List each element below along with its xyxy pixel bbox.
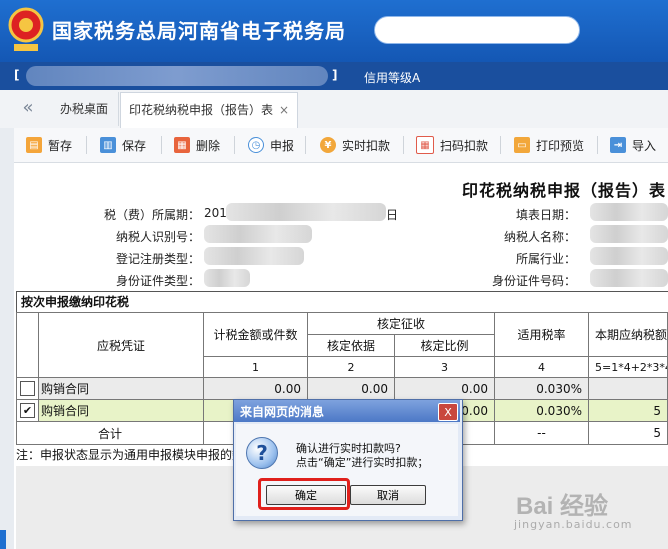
- import-button[interactable]: ⇥ 导入: [610, 134, 656, 156]
- document-icon: ▥: [100, 137, 116, 153]
- clock-icon: ◷: [248, 137, 264, 153]
- taxpayer-id-redacted: [204, 225, 312, 243]
- table-header-payable: 本期应纳税额: [588, 312, 668, 357]
- id-type-label: 身份证件类型：: [115, 274, 200, 288]
- index-cell-1: 1: [203, 356, 308, 378]
- site-title: 国家税务总局河南省电子税务局: [52, 19, 346, 43]
- dialog-close-button[interactable]: X: [438, 403, 458, 421]
- save-draft-icon: ▤: [26, 137, 42, 153]
- save-button[interactable]: ▥ 保存: [100, 134, 146, 156]
- row-amount[interactable]: 0.00: [203, 377, 308, 400]
- table-header-amount: 计税金额或件数: [203, 312, 308, 357]
- user-bracket-right: ]: [332, 68, 338, 82]
- declare-button[interactable]: ◷ 申报: [248, 134, 294, 156]
- tab-label: 印花税纳税申报（报告）表: [129, 103, 274, 117]
- qr-icon: ▦: [416, 136, 434, 154]
- row-checkbox-checked[interactable]: ✔: [20, 403, 35, 418]
- total-label: 合计: [16, 421, 204, 445]
- trash-icon: ▦: [174, 137, 190, 153]
- row-rate: 0.030%: [494, 377, 589, 400]
- ok-button[interactable]: 确定: [266, 485, 346, 505]
- index-cell-2: 2: [307, 356, 395, 378]
- reg-type-redacted: [204, 247, 304, 265]
- index-cell-3: 3: [394, 356, 495, 378]
- row-payable: 5: [588, 399, 668, 422]
- row-voucher-name: 购销合同: [38, 399, 204, 422]
- tab-scroll-back-button[interactable]: «: [16, 99, 40, 118]
- taxpayer-id-label: 纳税人识别号：: [115, 230, 200, 244]
- tab-close-icon[interactable]: ×: [279, 103, 289, 117]
- row-ratio[interactable]: 0.00: [394, 377, 495, 400]
- total-payable: 5: [588, 421, 668, 445]
- toolbar-divider: [403, 136, 404, 154]
- industry-redacted: [590, 247, 668, 265]
- table-row-checkbox-cell: [16, 377, 39, 400]
- toolbar-divider: [161, 136, 162, 154]
- left-scroll-indicator: [0, 530, 6, 549]
- period-suffix: 日: [386, 208, 399, 222]
- toolbar-divider: [500, 136, 501, 154]
- id-number-redacted: [590, 269, 668, 287]
- import-icon: ⇥: [610, 137, 626, 153]
- baidu-watermark-url: jingyan.baidu.com: [514, 518, 633, 531]
- form-title: 印花税纳税申报（报告）表: [462, 181, 667, 200]
- scan-deduction-button[interactable]: ▦ 扫码扣款: [416, 134, 488, 156]
- industry-label: 所属行业：: [515, 252, 576, 266]
- reg-type-label: 登记注册类型：: [115, 252, 200, 266]
- user-info-redacted: [26, 66, 328, 86]
- print-preview-button[interactable]: ▭ 打印预览: [514, 134, 584, 156]
- table-header-rate: 适用税率: [494, 312, 589, 357]
- toolbar-divider: [234, 136, 235, 154]
- table-header-basis: 核定依据: [307, 334, 395, 357]
- baidu-watermark: Bai 经验: [516, 493, 609, 520]
- delete-button[interactable]: ▦ 删除: [174, 134, 220, 156]
- section-title: 按次申报缴纳印花税: [16, 291, 668, 312]
- total-rate: --: [494, 421, 589, 445]
- table-header-ratio: 核定比例: [394, 334, 495, 357]
- table-header-check: [16, 312, 39, 378]
- toolbar-divider: [597, 136, 598, 154]
- period-label: 税（费）所属期：: [103, 208, 200, 222]
- fill-date-label: 填表日期：: [515, 208, 576, 222]
- taxpayer-name-label: 纳税人名称：: [503, 230, 576, 244]
- taxpayer-name-redacted: [590, 225, 668, 243]
- printer-icon: ▭: [514, 137, 530, 153]
- row-rate: 0.030%: [494, 399, 589, 422]
- search-input[interactable]: [374, 16, 580, 44]
- period-value-redacted: [226, 203, 386, 221]
- table-header-verified: 核定征收: [307, 312, 495, 335]
- toolbar-divider: [305, 136, 306, 154]
- tab-tax-desktop[interactable]: 办税桌面: [50, 92, 120, 126]
- cancel-button[interactable]: 取消: [350, 485, 426, 505]
- table-row-checkbox-cell: ✔: [16, 399, 39, 422]
- credit-level: 信用等级A: [364, 71, 421, 85]
- table-header-voucher: 应税凭证: [38, 312, 204, 378]
- index-cell-4: 4: [494, 356, 589, 378]
- row-checkbox[interactable]: [20, 381, 35, 396]
- national-emblem-icon: [6, 6, 46, 54]
- index-cell-5: 5=1*4+2*3*4: [588, 356, 668, 378]
- row-payable: [588, 377, 668, 400]
- realtime-deduction-button[interactable]: ¥ 实时扣款: [320, 134, 390, 156]
- user-bracket-left: [: [14, 68, 20, 82]
- tab-stamp-tax-return[interactable]: 印花税纳税申报（报告）表 ×: [120, 92, 299, 129]
- save-draft-button[interactable]: ▤ 暂存: [26, 134, 72, 156]
- toolbar-divider: [86, 136, 87, 154]
- dialog-message-line2: 点击“确定”进行实时扣款；: [296, 456, 429, 469]
- row-voucher-name: 购销合同: [38, 377, 204, 400]
- dialog-title: 来自网页的消息: [240, 405, 325, 419]
- question-icon: ?: [246, 437, 278, 469]
- id-type-redacted: [204, 269, 250, 287]
- left-gutter: [0, 128, 14, 549]
- coin-icon: ¥: [320, 137, 336, 153]
- fill-date-redacted: [590, 203, 668, 221]
- id-number-label: 身份证件号码：: [491, 274, 576, 288]
- period-prefix: 201: [204, 206, 227, 220]
- row-basis[interactable]: 0.00: [307, 377, 395, 400]
